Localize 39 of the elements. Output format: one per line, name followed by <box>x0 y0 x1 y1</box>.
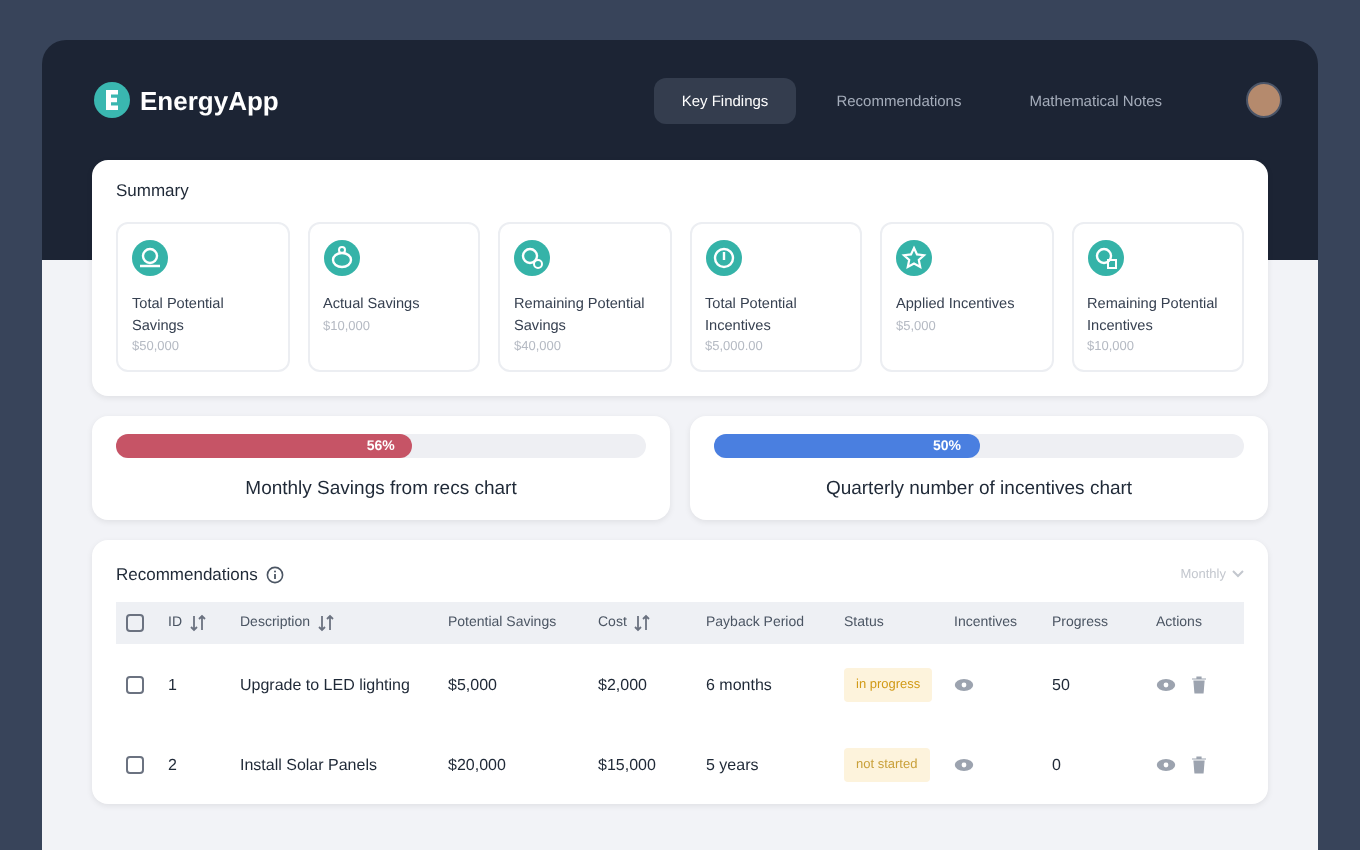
sort-icon[interactable] <box>190 614 206 632</box>
table-cell-text: 1 <box>168 675 179 693</box>
view-icon[interactable] <box>954 678 974 692</box>
checkbox[interactable] <box>126 755 144 773</box>
table-cell-text: 5 years <box>706 755 761 773</box>
chevron-down-icon <box>1232 570 1244 578</box>
stat-icon <box>1087 240 1123 276</box>
section-title: Summary <box>116 180 191 200</box>
delete-icon[interactable] <box>1192 755 1206 773</box>
table-cell-text: $2,000 <box>598 675 649 693</box>
view-icon[interactable] <box>954 758 974 772</box>
delete-icon[interactable] <box>1192 675 1206 693</box>
table-cell-text: $5,000 <box>448 675 499 693</box>
table-cell-text: 2 <box>168 755 179 773</box>
logo-icon <box>94 82 130 118</box>
chart-title: Monthly Savings from recs chart <box>245 478 517 500</box>
table-cell-text: Upgrade to LED lighting <box>240 675 412 693</box>
table-cell-text: 0 <box>1052 755 1063 773</box>
stat-icon <box>514 240 550 276</box>
table-cell-text: 6 months <box>706 675 774 693</box>
stat-icon <box>323 240 359 276</box>
view-icon[interactable] <box>1156 757 1176 771</box>
checkbox[interactable] <box>126 675 144 693</box>
section-title: Recommendations <box>116 564 258 584</box>
view-icon[interactable] <box>1156 677 1176 691</box>
sort-icon[interactable] <box>318 614 335 632</box>
sort-icon[interactable] <box>634 614 651 632</box>
stat-icon <box>896 240 932 276</box>
table-cell-text: 50 <box>1052 675 1072 693</box>
table-cell-text: $15,000 <box>598 755 658 773</box>
chart-title: Quarterly number of incentives chart <box>825 478 1133 500</box>
table-cell-text: $20,000 <box>448 755 508 773</box>
app-name: EnergyApp <box>140 85 279 115</box>
info-icon[interactable] <box>265 565 284 583</box>
avatar[interactable] <box>1246 82 1282 118</box>
checkbox[interactable] <box>126 614 144 632</box>
table-cell-text: Install Solar Panels <box>240 755 379 773</box>
stat-icon <box>705 240 741 276</box>
stat-icon <box>132 240 168 276</box>
